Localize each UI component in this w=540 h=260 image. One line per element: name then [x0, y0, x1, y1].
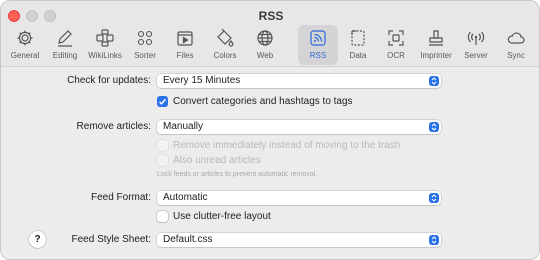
globe-icon	[255, 28, 275, 48]
ocr-icon	[386, 28, 406, 48]
chevron-updown-icon	[429, 76, 439, 86]
feed-format-select[interactable]: Automatic	[157, 191, 441, 205]
wikilinks-icon	[95, 28, 115, 48]
broadcast-icon	[466, 28, 486, 48]
lock-hint-text: Lock feeds or articles to prevent automa…	[157, 171, 318, 178]
remove-immediately-label: Remove immediately instead of moving to …	[173, 140, 401, 151]
window-title: RSS	[258, 9, 284, 23]
cloud-icon	[506, 28, 526, 48]
paint-bucket-icon	[215, 28, 235, 48]
feed-style-sheet-select[interactable]: Default.css	[157, 233, 441, 247]
sorter-icon	[135, 28, 155, 48]
help-button[interactable]: ?	[29, 231, 46, 248]
remove-articles-value: Manually	[163, 121, 204, 132]
tab-web[interactable]: Web	[245, 25, 285, 65]
clutter-free-label: Use clutter-free layout	[173, 211, 271, 222]
rss-settings-panel: Check for updates: Every 15 Minutes Conv…	[1, 68, 539, 259]
convert-tags-checkbox[interactable]	[157, 96, 168, 107]
remove-immediately-checkbox	[157, 140, 168, 151]
feed-style-sheet-value: Default.css	[163, 234, 213, 245]
files-icon	[175, 28, 195, 48]
preferences-toolbar: General Editing WikiLinks Sorter Files C…	[1, 25, 539, 65]
remove-articles-label: Remove articles:	[76, 121, 151, 132]
stamp-icon	[426, 28, 446, 48]
also-unread-checkbox	[157, 155, 168, 166]
convert-tags-label: Convert categories and hashtags to tags	[173, 96, 353, 107]
tab-sync[interactable]: Sync	[496, 25, 536, 65]
data-icon	[348, 28, 368, 48]
tab-sync-label: Sync	[507, 51, 525, 60]
preferences-window: RSS General Editing WikiLinks Sorter Fil…	[0, 0, 540, 260]
feed-format-value: Automatic	[163, 192, 208, 203]
feed-format-label: Feed Format:	[90, 192, 151, 203]
rss-icon	[308, 28, 328, 48]
titlebar: RSS General Editing WikiLinks Sorter Fil…	[1, 1, 539, 67]
chevron-updown-icon	[429, 122, 439, 132]
clutter-free-checkbox[interactable]	[157, 211, 168, 222]
chevron-updown-icon	[429, 235, 439, 245]
remove-articles-select[interactable]: Manually	[157, 120, 441, 134]
check-updates-label: Check for updates:	[67, 75, 151, 86]
chevron-updown-icon	[429, 193, 439, 203]
also-unread-label: Also unread articles	[173, 155, 261, 166]
check-updates-value: Every 15 Minutes	[163, 75, 241, 86]
tab-web-label: Web	[256, 51, 274, 60]
pencil-icon	[55, 28, 75, 48]
gear-icon	[15, 28, 35, 48]
feed-style-sheet-label: Feed Style Sheet:	[71, 234, 152, 245]
check-updates-select[interactable]: Every 15 Minutes	[157, 74, 441, 88]
